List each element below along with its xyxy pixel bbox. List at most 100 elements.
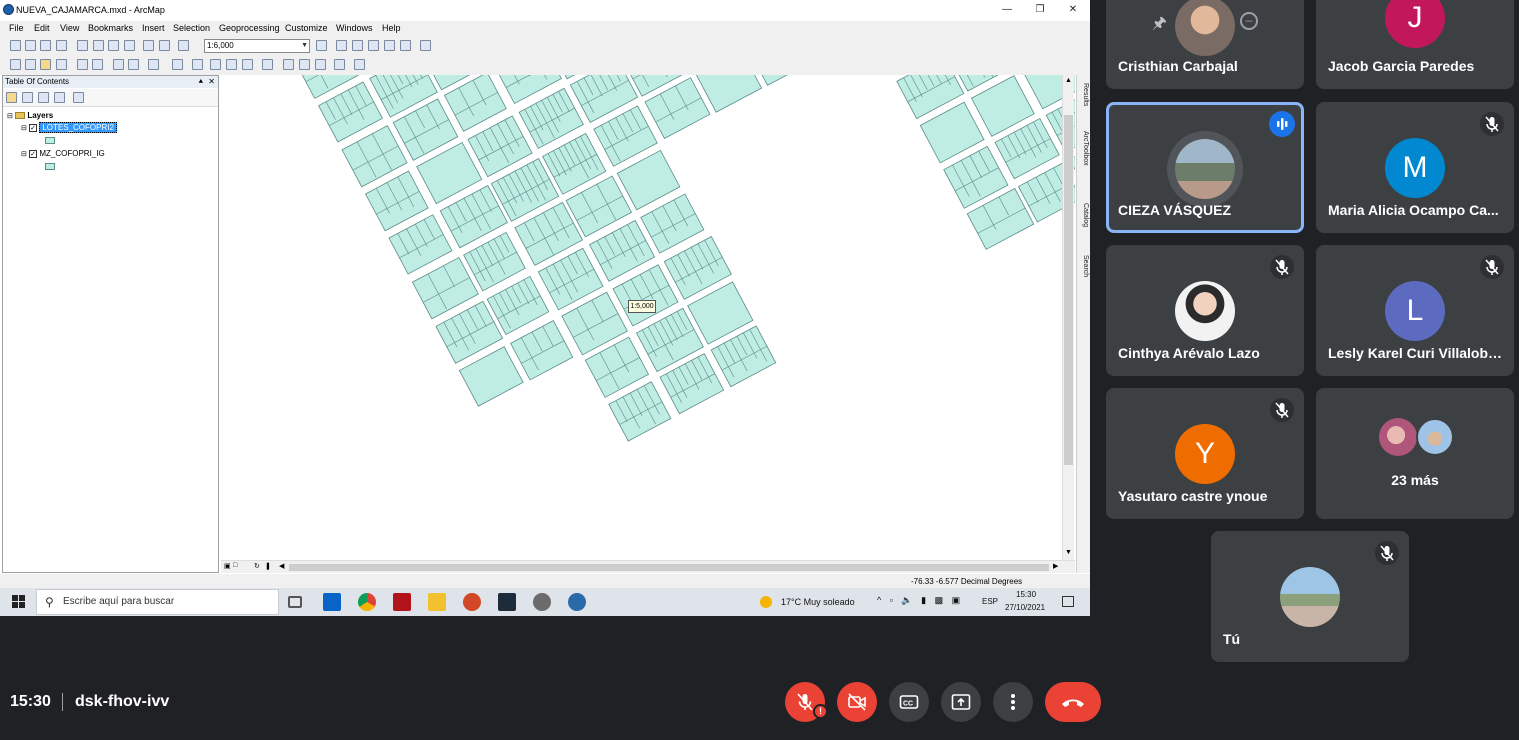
camera-toggle-button[interactable] xyxy=(837,682,877,722)
mic-toggle-button[interactable]: ! xyxy=(785,682,828,722)
arcmap-taskbar-icon[interactable] xyxy=(568,593,586,611)
mail-app-icon[interactable] xyxy=(323,593,341,611)
participant-tile[interactable]: M Maria Alicia Ocampo Ca... xyxy=(1316,102,1514,233)
dock-search[interactable]: Search xyxy=(1082,255,1089,277)
time-slider-icon[interactable] xyxy=(334,59,345,70)
find-icon[interactable] xyxy=(283,59,294,70)
red-app-icon[interactable] xyxy=(393,593,411,611)
delete-icon[interactable] xyxy=(124,40,135,51)
dock-arctoolbox[interactable]: ArcToolbox xyxy=(1082,131,1089,166)
cut-icon[interactable] xyxy=(77,40,88,51)
taskbar-time[interactable]: 15:30 xyxy=(1016,590,1036,599)
copy-icon[interactable] xyxy=(93,40,104,51)
participant-tile[interactable]: 🖈 – Cristhian Carbajal xyxy=(1106,0,1304,89)
collapse-icon[interactable]: ⊟ xyxy=(21,151,27,158)
participant-tile[interactable]: Cinthya Arévalo Lazo xyxy=(1106,245,1304,376)
menu-edit[interactable]: Edit xyxy=(34,23,50,33)
taskbar-search-box[interactable]: ⚲ Escribe aquí para buscar xyxy=(36,589,279,615)
windows-start-icon[interactable] xyxy=(12,595,25,608)
file-explorer-icon[interactable] xyxy=(428,593,446,611)
scroll-left-icon[interactable]: ◀ xyxy=(279,562,284,570)
city-block[interactable] xyxy=(510,320,574,381)
find-route-icon[interactable] xyxy=(299,59,310,70)
table-icon[interactable] xyxy=(336,40,347,51)
editor-toolbar-icon[interactable] xyxy=(316,40,327,51)
restore-icon[interactable]: ❐ xyxy=(1033,3,1047,17)
menu-view[interactable]: View xyxy=(60,23,79,33)
back-extent-icon[interactable] xyxy=(113,59,124,70)
participant-tile[interactable]: L Lesly Karel Curi Villalobos xyxy=(1316,245,1514,376)
layers-root[interactable]: ⊟ Layers xyxy=(7,111,53,122)
more-options-button[interactable] xyxy=(993,682,1033,722)
undo-icon[interactable] xyxy=(143,40,154,51)
scrollbar-thumb[interactable] xyxy=(1064,115,1073,465)
menu-windows[interactable]: Windows xyxy=(336,23,373,33)
participant-tile[interactable]: Y Yasutaro castre ynoue xyxy=(1106,388,1304,519)
new-icon[interactable] xyxy=(10,40,21,51)
terminal-app-icon[interactable] xyxy=(498,593,516,611)
menu-selection[interactable]: Selection xyxy=(173,23,210,33)
menu-insert[interactable]: Insert xyxy=(142,23,165,33)
layer-mz[interactable]: ⊟ ✓ MZ_COFOPRI_IG xyxy=(21,149,105,160)
fixed-zoom-in-icon[interactable] xyxy=(77,59,88,70)
present-screen-button[interactable] xyxy=(941,682,981,722)
list-by-selection-icon[interactable] xyxy=(54,92,65,103)
layout-view-icon[interactable]: ▣ xyxy=(224,562,231,570)
add-data-icon[interactable] xyxy=(178,40,189,51)
zoom-out-icon[interactable] xyxy=(25,59,36,70)
collapse-icon[interactable]: ⊟ xyxy=(7,113,13,120)
captions-button[interactable]: CC xyxy=(889,682,929,722)
menu-help[interactable]: Help xyxy=(382,23,401,33)
participant-tile-speaking[interactable]: CIEZA VÁSQUEZ xyxy=(1106,102,1304,233)
taskbar-date[interactable]: 27/10/2021 xyxy=(1005,603,1045,612)
refresh-icon[interactable]: ↻ xyxy=(254,562,260,570)
select-features-icon[interactable] xyxy=(148,59,159,70)
task-view-icon[interactable] xyxy=(288,596,302,608)
list-by-source-icon[interactable] xyxy=(22,92,33,103)
layer-visibility-checkbox[interactable]: ✓ xyxy=(29,123,38,132)
fixed-zoom-out-icon[interactable] xyxy=(92,59,103,70)
app-icon[interactable] xyxy=(533,593,551,611)
clear-selection-icon[interactable] xyxy=(172,59,183,70)
arctoolbox-icon[interactable] xyxy=(384,40,395,51)
weather-text[interactable]: 17°C Muy soleado xyxy=(781,597,855,607)
measure-icon[interactable] xyxy=(262,59,273,70)
full-extent-icon[interactable] xyxy=(56,59,67,70)
print-icon[interactable] xyxy=(56,40,67,51)
notifications-icon[interactable] xyxy=(1062,596,1074,607)
redo-icon[interactable] xyxy=(159,40,170,51)
self-tile[interactable]: Tú xyxy=(1211,531,1409,662)
list-by-visibility-icon[interactable] xyxy=(38,92,49,103)
keyboard-language[interactable]: ESP xyxy=(982,597,998,606)
map-vertical-scrollbar[interactable]: ▲ ▼ xyxy=(1062,75,1074,560)
hyperlink-icon[interactable] xyxy=(226,59,237,70)
menu-customize[interactable]: Customize xyxy=(285,23,328,33)
dock-catalog[interactable]: Catalog xyxy=(1082,203,1089,227)
menu-file[interactable]: File xyxy=(9,23,24,33)
scroll-up-icon[interactable]: ▲ xyxy=(1065,77,1072,84)
open-icon[interactable] xyxy=(25,40,36,51)
map-view[interactable]: 1:5,000 xyxy=(221,75,1075,560)
forward-extent-icon[interactable] xyxy=(128,59,139,70)
minimize-icon[interactable]: — xyxy=(1000,3,1014,17)
identify-icon[interactable] xyxy=(210,59,221,70)
powerpoint-icon[interactable] xyxy=(463,593,481,611)
close-icon[interactable]: ✕ xyxy=(1066,3,1080,17)
save-icon[interactable] xyxy=(40,40,51,51)
layer-visibility-checkbox[interactable]: ✓ xyxy=(29,149,38,158)
html-popup-icon[interactable] xyxy=(242,59,253,70)
model-builder-icon[interactable] xyxy=(420,40,431,51)
create-viewer-icon[interactable] xyxy=(354,59,365,70)
list-by-drawing-order-icon[interactable] xyxy=(6,92,17,103)
pin-icon[interactable]: 🖈 xyxy=(1152,12,1167,39)
more-participants-tile[interactable]: 23 más xyxy=(1316,388,1514,519)
scroll-down-icon[interactable]: ▼ xyxy=(1065,549,1072,556)
map-horizontal-scrollbar[interactable]: ▣ □ ↻ ❚ ◀ ▶ xyxy=(221,560,1075,573)
toc-options-icon[interactable] xyxy=(73,92,84,103)
catalog-icon[interactable] xyxy=(352,40,363,51)
python-icon[interactable] xyxy=(400,40,411,51)
chrome-app-icon[interactable] xyxy=(358,593,376,611)
pin-icon[interactable]: ⯅ xyxy=(198,76,204,88)
paste-icon[interactable] xyxy=(108,40,119,51)
layer-lotes[interactable]: ⊟ ✓ LOTES_COFOPRI2 xyxy=(21,122,117,134)
